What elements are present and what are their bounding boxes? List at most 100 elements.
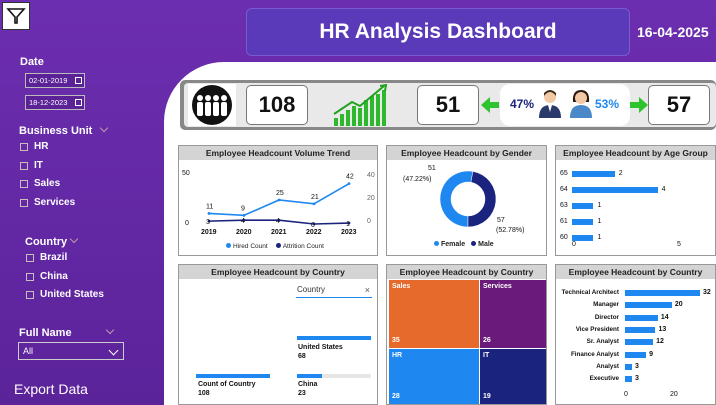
job-bar[interactable] bbox=[625, 339, 654, 346]
arrow-left-icon bbox=[481, 97, 499, 113]
country-option-china[interactable]: China bbox=[26, 271, 68, 282]
full-name-dropdown[interactable]: All bbox=[18, 342, 124, 360]
data-point bbox=[242, 213, 246, 217]
business-unit-option-it[interactable]: IT bbox=[20, 160, 43, 171]
attrition-kpi: 57 bbox=[648, 85, 710, 125]
total-value: 108 bbox=[198, 390, 210, 397]
country-option-brazil[interactable]: Brazil bbox=[26, 252, 67, 263]
female-count-label: 57 bbox=[497, 217, 505, 224]
calendar-icon[interactable] bbox=[75, 99, 82, 106]
age-bar[interactable] bbox=[572, 219, 594, 225]
age-bar[interactable] bbox=[572, 187, 658, 193]
bar-category: Executive bbox=[589, 375, 619, 383]
chevron-down-icon[interactable] bbox=[108, 345, 119, 356]
people-icon bbox=[188, 84, 236, 126]
tile-sales[interactable]: Sales 35 bbox=[389, 280, 479, 348]
gender-legend: Female Male bbox=[434, 241, 494, 248]
tile-label: IT bbox=[483, 352, 490, 359]
tile-value: 19 bbox=[483, 393, 491, 400]
x-tick-label: 2022 bbox=[306, 229, 322, 236]
checkbox[interactable] bbox=[26, 272, 34, 281]
chevron-down-icon[interactable] bbox=[69, 234, 79, 244]
job-title-chart-title: Employee Headcount by Country bbox=[556, 265, 715, 279]
filter-icon[interactable] bbox=[2, 2, 30, 30]
dashboard-page: HR Analysis Dashboard 16-04-2025 Date 02… bbox=[0, 0, 716, 405]
job-bar[interactable] bbox=[625, 351, 647, 358]
date-to-input[interactable]: 18-12-2023 bbox=[25, 95, 85, 110]
checkbox[interactable] bbox=[26, 253, 34, 262]
male-count-label: 51 bbox=[428, 165, 436, 172]
tile-value: 28 bbox=[392, 393, 400, 400]
job-bar[interactable] bbox=[625, 363, 633, 370]
x-tick-label: 2019 bbox=[201, 229, 217, 236]
option-label: United States bbox=[40, 289, 104, 300]
age-bar[interactable] bbox=[572, 171, 615, 177]
checkbox[interactable] bbox=[26, 290, 34, 299]
country-search-input[interactable]: Country × bbox=[296, 285, 372, 298]
date-from-input[interactable]: 02-01-2019 bbox=[25, 73, 85, 88]
bar-value: 14 bbox=[660, 313, 669, 321]
export-data-button[interactable]: Export Data bbox=[14, 381, 88, 397]
hired-kpi: 51 bbox=[417, 85, 479, 125]
legend-attrition: Attrition Count bbox=[275, 243, 324, 250]
data-label: 1 bbox=[346, 221, 350, 228]
donut-slice-male[interactable] bbox=[467, 171, 497, 228]
bar-value: 3 bbox=[635, 375, 639, 383]
chevron-down-icon[interactable] bbox=[105, 325, 115, 335]
full-name-label: Full Name bbox=[19, 327, 72, 339]
checkbox[interactable] bbox=[20, 179, 28, 188]
checkbox[interactable] bbox=[20, 142, 28, 151]
business-unit-label: Business Unit bbox=[19, 125, 93, 137]
job-bar[interactable] bbox=[625, 302, 672, 309]
job-bar[interactable] bbox=[625, 314, 658, 321]
chevron-down-icon[interactable] bbox=[99, 123, 109, 133]
bar-category: 65 bbox=[560, 170, 568, 177]
bar-value: 1 bbox=[597, 218, 602, 225]
tile-value: 26 bbox=[483, 337, 491, 344]
job-bar[interactable] bbox=[625, 290, 700, 296]
current-date: 16-04-2025 bbox=[637, 24, 709, 40]
legend-male: Male bbox=[471, 241, 494, 248]
data-label: 3 bbox=[206, 219, 210, 226]
tile-hr[interactable]: HR 28 bbox=[389, 349, 479, 404]
bar-value: 2 bbox=[618, 170, 623, 177]
legend-label: Male bbox=[478, 241, 494, 248]
business-unit-option-hr[interactable]: HR bbox=[20, 141, 48, 152]
bar-value: 20 bbox=[674, 301, 683, 309]
x-tick: 5 bbox=[677, 241, 681, 248]
checkbox[interactable] bbox=[20, 198, 28, 207]
calendar-icon[interactable] bbox=[75, 77, 82, 84]
treemap-card: Employee Headcount by Country Sales 35 S… bbox=[386, 264, 547, 405]
bar-category: Analyst bbox=[596, 362, 619, 370]
date-to-value: 18-12-2023 bbox=[29, 98, 68, 107]
data-label: 4 bbox=[276, 218, 280, 225]
data-point bbox=[312, 202, 316, 206]
country-option-united-states[interactable]: United States bbox=[26, 289, 104, 300]
age-bar[interactable] bbox=[572, 203, 594, 209]
option-label: Sales bbox=[34, 178, 61, 189]
legend-label: Female bbox=[441, 241, 466, 248]
tile-label: Services bbox=[483, 283, 512, 290]
tile-services[interactable]: Services 26 bbox=[480, 280, 546, 348]
gender-donut bbox=[439, 170, 497, 228]
data-label: 9 bbox=[241, 205, 245, 212]
job-bar[interactable] bbox=[625, 376, 633, 383]
growth-chart-icon bbox=[333, 84, 388, 126]
data-label: 25 bbox=[276, 190, 284, 197]
gender-title: Employee Headcount by Gender bbox=[387, 146, 546, 160]
x-tick-label: 2023 bbox=[341, 229, 357, 236]
country-filter-label: Country bbox=[25, 236, 68, 248]
bar-category: 60 bbox=[560, 234, 568, 241]
treemap-title: Employee Headcount by Country bbox=[387, 265, 546, 279]
x-tick: 20 bbox=[670, 391, 678, 398]
tile-it[interactable]: IT 19 bbox=[480, 349, 546, 404]
bar-china bbox=[297, 374, 323, 378]
close-icon[interactable]: × bbox=[365, 285, 370, 295]
age-group-title: Employee Headcount by Age Group bbox=[556, 146, 715, 160]
option-label: Brazil bbox=[40, 252, 68, 263]
business-unit-option-sales[interactable]: Sales bbox=[20, 178, 60, 189]
business-unit-option-services[interactable]: Services bbox=[20, 197, 75, 208]
checkbox[interactable] bbox=[20, 161, 28, 170]
bar-value: 4 bbox=[661, 186, 666, 193]
job-bar[interactable] bbox=[625, 326, 656, 333]
